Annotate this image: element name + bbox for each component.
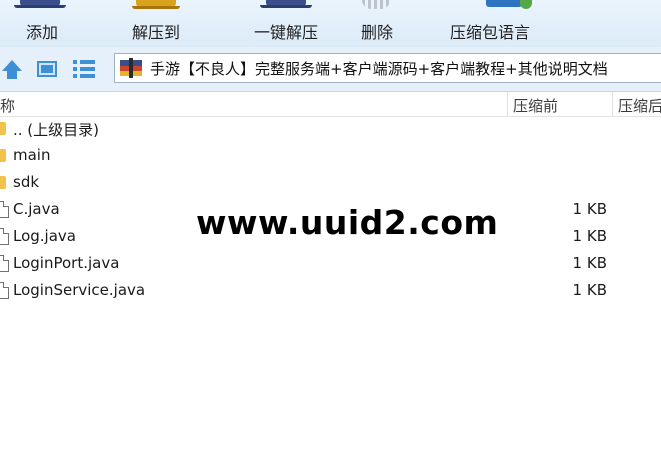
column-size[interactable]: 压缩前	[513, 95, 558, 116]
delete-label: 删除	[360, 23, 393, 42]
list-item-file[interactable]: LoginService.java 1 KB	[0, 278, 661, 305]
java-file-icon	[0, 228, 9, 245]
toolbar: 添加 解压到 一键解压 删除 压缩包语言	[0, 0, 661, 47]
file-name: .. (上级目录)	[13, 121, 100, 139]
list-item-folder[interactable]: sdk	[0, 170, 661, 197]
add-archive-icon	[14, 0, 66, 8]
file-size: 1 KB	[572, 281, 607, 299]
java-file-icon	[0, 201, 9, 218]
list-item-file[interactable]: LoginPort.java 1 KB	[0, 251, 661, 278]
file-size: 1 KB	[572, 200, 607, 218]
archive-language-label: 压缩包语言	[449, 23, 530, 42]
folder-icon	[0, 149, 6, 162]
extract-to-icon	[132, 0, 180, 9]
archive-path: 手游【不良人】完整服务端+客户端源码+客户端教程+其他说明文档	[150, 59, 608, 78]
thumbnail-view-button[interactable]	[33, 55, 61, 83]
column-header: 名称 压缩前 压缩后	[0, 92, 661, 117]
file-size: 1 KB	[572, 227, 607, 245]
up-arrow-icon	[2, 59, 22, 79]
archive-language-button[interactable]: 压缩包语言	[440, 0, 540, 47]
file-name: LoginPort.java	[13, 254, 120, 272]
file-size: 1 KB	[572, 254, 607, 272]
delete-icon	[362, 0, 390, 9]
column-divider[interactable]	[612, 92, 613, 116]
list-item-parent-folder[interactable]: .. (上级目录)	[0, 116, 661, 143]
archive-language-icon	[486, 0, 532, 9]
file-name: C.java	[13, 200, 60, 218]
navigation-bar: 手游【不良人】完整服务端+客户端源码+客户端教程+其他说明文档	[0, 47, 661, 92]
java-file-icon	[0, 282, 9, 299]
path-bar[interactable]: 手游【不良人】完整服务端+客户端源码+客户端教程+其他说明文档	[114, 53, 661, 83]
folder-icon	[0, 122, 6, 135]
up-folder-button[interactable]	[0, 55, 26, 83]
column-name[interactable]: 名称	[0, 95, 15, 116]
file-name: main	[13, 146, 51, 164]
list-item-folder[interactable]: main	[0, 143, 661, 170]
list-view-button[interactable]	[70, 55, 98, 83]
column-divider[interactable]	[507, 92, 508, 116]
java-file-icon	[0, 255, 9, 272]
file-name: Log.java	[13, 227, 76, 245]
extract-to-button[interactable]: 解压到	[108, 0, 204, 47]
file-name: sdk	[13, 173, 40, 191]
rar-archive-icon	[120, 58, 142, 78]
column-packed-size[interactable]: 压缩后	[618, 95, 661, 116]
add-label: 添加	[25, 23, 58, 42]
one-click-extract-button[interactable]: 一键解压	[222, 0, 350, 47]
delete-button[interactable]: 删除	[350, 0, 404, 47]
one-click-extract-icon	[260, 0, 312, 8]
file-name: LoginService.java	[13, 281, 146, 299]
thumbnail-view-icon	[37, 61, 57, 77]
extract-to-label: 解压到	[131, 23, 180, 42]
one-click-extract-label: 一键解压	[253, 23, 318, 42]
list-view-icon	[73, 60, 95, 78]
add-button[interactable]: 添加	[0, 0, 84, 47]
folder-icon	[0, 176, 6, 189]
watermark-text: www.uuid2.com	[196, 203, 499, 242]
